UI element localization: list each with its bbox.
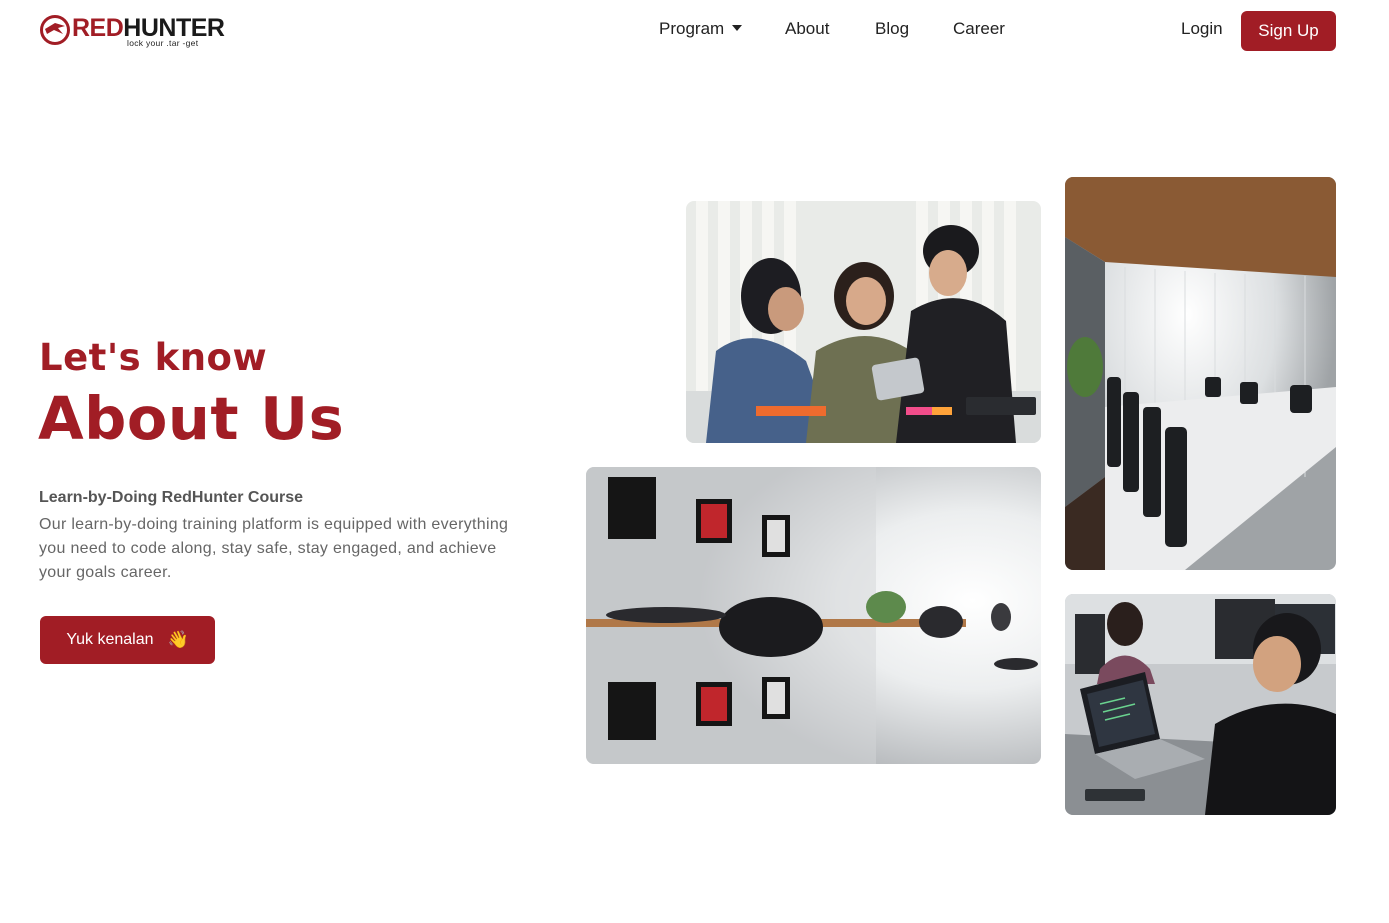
logo-tagline: lock your .tar -get [127,38,199,48]
nav-item-career[interactable]: Career [953,19,1005,39]
signup-button[interactable]: Sign Up [1241,11,1336,51]
navbar: REDHUNTER lock your .tar -get Program Ab… [0,0,1389,62]
gallery-room-photo [586,467,1041,764]
nav-item-program[interactable]: Program [659,19,743,39]
coding-photo [1065,594,1336,815]
cta-label: Yuk kenalan [66,631,154,648]
chevron-down-icon [732,25,743,31]
redhunter-logo[interactable]: REDHUNTER lock your .tar -get [39,12,244,50]
nav-item-label: Program [659,19,725,38]
waving-hand-icon: 👋 [167,630,189,649]
logo-emblem-icon [40,15,70,45]
page-title: About Us [38,384,345,453]
nav-item-blog[interactable]: Blog [875,19,909,39]
yuk-kenalan-button[interactable]: Yuk kenalan 👋 [40,616,215,664]
course-description: Our learn-by-doing training platform is … [39,516,509,581]
login-link[interactable]: Login [1181,19,1223,39]
nav-item-about[interactable]: About [785,19,829,39]
team-photo [686,201,1041,443]
meeting-room-photo [1065,177,1336,570]
course-title: Learn-by-Doing RedHunter Course [39,489,304,506]
hero-subtitle: Let's know [39,336,268,379]
